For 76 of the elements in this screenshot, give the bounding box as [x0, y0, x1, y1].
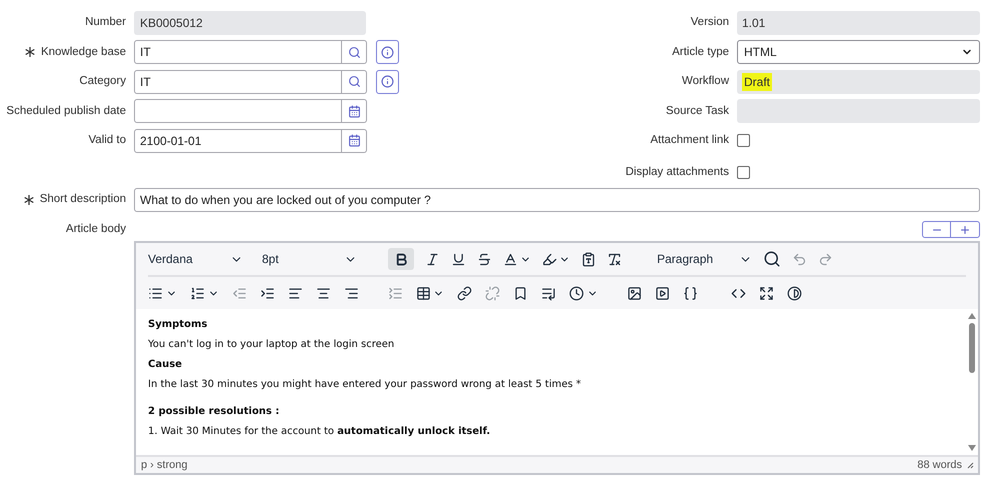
heading-text: Symptoms — [148, 318, 208, 331]
calendar-icon — [348, 104, 360, 118]
calendar-button[interactable] — [342, 99, 367, 124]
italic-icon[interactable] — [425, 252, 440, 266]
paragraph-text: In the last 30 minutes you might have entered your password wrong at least 5 times * — [148, 378, 582, 391]
braces-icon[interactable] — [683, 286, 698, 300]
indent-icon[interactable] — [260, 286, 275, 300]
field-label: Version — [690, 15, 729, 30]
heading-text: 2 possible resolutions : — [148, 405, 280, 418]
field-label: Scheduled publish date — [6, 104, 126, 119]
list-icon[interactable] — [541, 286, 556, 300]
input-field[interactable]: IT — [134, 40, 342, 64]
scroll-down-icon[interactable] — [968, 445, 976, 451]
bullet-list-icon[interactable] — [148, 286, 163, 300]
image-icon[interactable] — [627, 286, 642, 300]
field-value: 1.01 — [742, 14, 766, 32]
field-label: Knowledge base — [40, 44, 126, 60]
readonly-field: KB0005012 — [134, 10, 366, 35]
field-label: Source Task — [666, 104, 729, 119]
align-right-icon[interactable] — [344, 286, 359, 300]
block-dropdown[interactable]: Paragraph — [657, 250, 752, 268]
video-icon[interactable] — [655, 286, 670, 300]
checkbox[interactable] — [737, 166, 750, 179]
scroll-up-icon[interactable] — [968, 313, 976, 319]
text-color-icon[interactable] — [503, 252, 518, 266]
bookmark-icon[interactable] — [513, 286, 528, 300]
paragraph-text: You can't log in to your laptop at the login screen — [148, 338, 396, 351]
checkbox[interactable] — [737, 134, 750, 148]
input-field[interactable] — [134, 99, 342, 124]
field-label: Article type — [672, 44, 729, 60]
highlighter-icon[interactable] — [542, 252, 557, 266]
fullscreen-icon[interactable] — [759, 286, 774, 300]
word-count: 88 words — [917, 458, 962, 473]
highlighted-text: Draft — [742, 72, 772, 91]
element-path: p › strong — [141, 458, 188, 473]
search-icon — [348, 46, 360, 59]
info-button[interactable] — [376, 40, 399, 64]
clear-format-icon[interactable] — [607, 252, 622, 266]
input-field[interactable]: What to do when you are locked out of you computer ? — [134, 188, 980, 212]
align-center-icon[interactable] — [316, 286, 331, 300]
align-left-icon[interactable] — [288, 286, 303, 300]
info-icon — [381, 75, 394, 88]
input-field[interactable]: 2100-01-01 — [134, 128, 342, 153]
paragraph-text: 1. Wait 30 Minutes for the account to automatically unlock itself. — [148, 425, 492, 438]
field-label: Valid to — [88, 133, 126, 148]
clock-icon[interactable] — [569, 286, 584, 300]
field-label: Display attachments — [625, 164, 729, 180]
calendar-button[interactable] — [342, 128, 367, 153]
strikethrough-icon[interactable] — [477, 252, 492, 266]
font-dropdown[interactable]: Verdana — [148, 250, 243, 268]
paste-text-icon[interactable] — [581, 252, 596, 266]
select-field[interactable]: HTML — [737, 40, 980, 64]
search-button[interactable] — [342, 70, 367, 94]
field-label: Category — [79, 74, 126, 90]
search-icon — [348, 75, 360, 88]
resize-handle-icon[interactable] — [966, 461, 974, 469]
size-dropdown[interactable]: 8pt — [262, 250, 357, 268]
field-label: Workflow — [682, 74, 729, 90]
underline-icon[interactable] — [451, 252, 466, 266]
search-button[interactable] — [342, 40, 367, 64]
field-label: Short description — [40, 192, 126, 208]
field-label: Attachment link — [650, 133, 729, 148]
table-icon[interactable] — [416, 286, 431, 300]
heading-text: Cause — [148, 358, 183, 371]
link-icon[interactable] — [457, 286, 472, 300]
calendar-icon — [348, 134, 360, 148]
plus-icon — [959, 224, 971, 236]
contrast-icon[interactable] — [787, 286, 802, 300]
search-icon[interactable] — [763, 250, 781, 268]
bold-button[interactable] — [388, 248, 414, 270]
info-button[interactable] — [376, 70, 399, 94]
field-label: Number — [85, 15, 126, 30]
numbered-list-icon[interactable] — [190, 286, 205, 300]
info-icon — [381, 46, 394, 59]
field-label: Article body — [66, 222, 126, 237]
input-field[interactable]: IT — [134, 70, 342, 94]
